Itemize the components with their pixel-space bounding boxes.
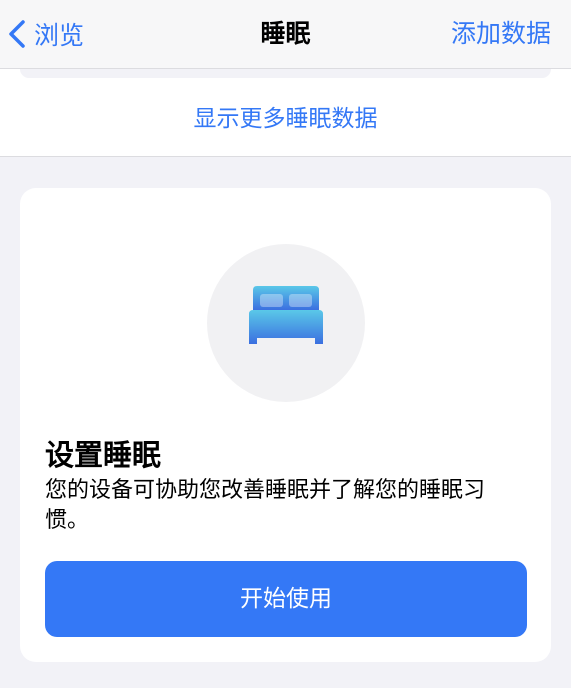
sleep-setup-card: 设置睡眠 您的设备可协助您改善睡眠并了解您的睡眠习惯。 开始使用: [20, 188, 551, 662]
card-title: 设置睡眠: [45, 438, 162, 472]
navigation-bar: 浏览 睡眠 添加数据: [0, 0, 571, 69]
bed-icon-circle: [207, 244, 365, 402]
get-started-button[interactable]: 开始使用: [45, 561, 527, 637]
chevron-left-icon: [9, 20, 25, 48]
back-button[interactable]: 浏览: [6, 14, 84, 54]
previous-card-edge: [20, 69, 551, 78]
show-more-row: 显示更多睡眠数据: [0, 69, 571, 157]
add-data-button[interactable]: 添加数据: [451, 14, 551, 54]
card-description: 您的设备可协助您改善睡眠并了解您的睡眠习惯。: [45, 478, 486, 533]
show-more-sleep-data-link[interactable]: 显示更多睡眠数据: [0, 99, 571, 133]
back-button-label: 浏览: [34, 21, 85, 50]
bed-icon: [249, 286, 323, 344]
